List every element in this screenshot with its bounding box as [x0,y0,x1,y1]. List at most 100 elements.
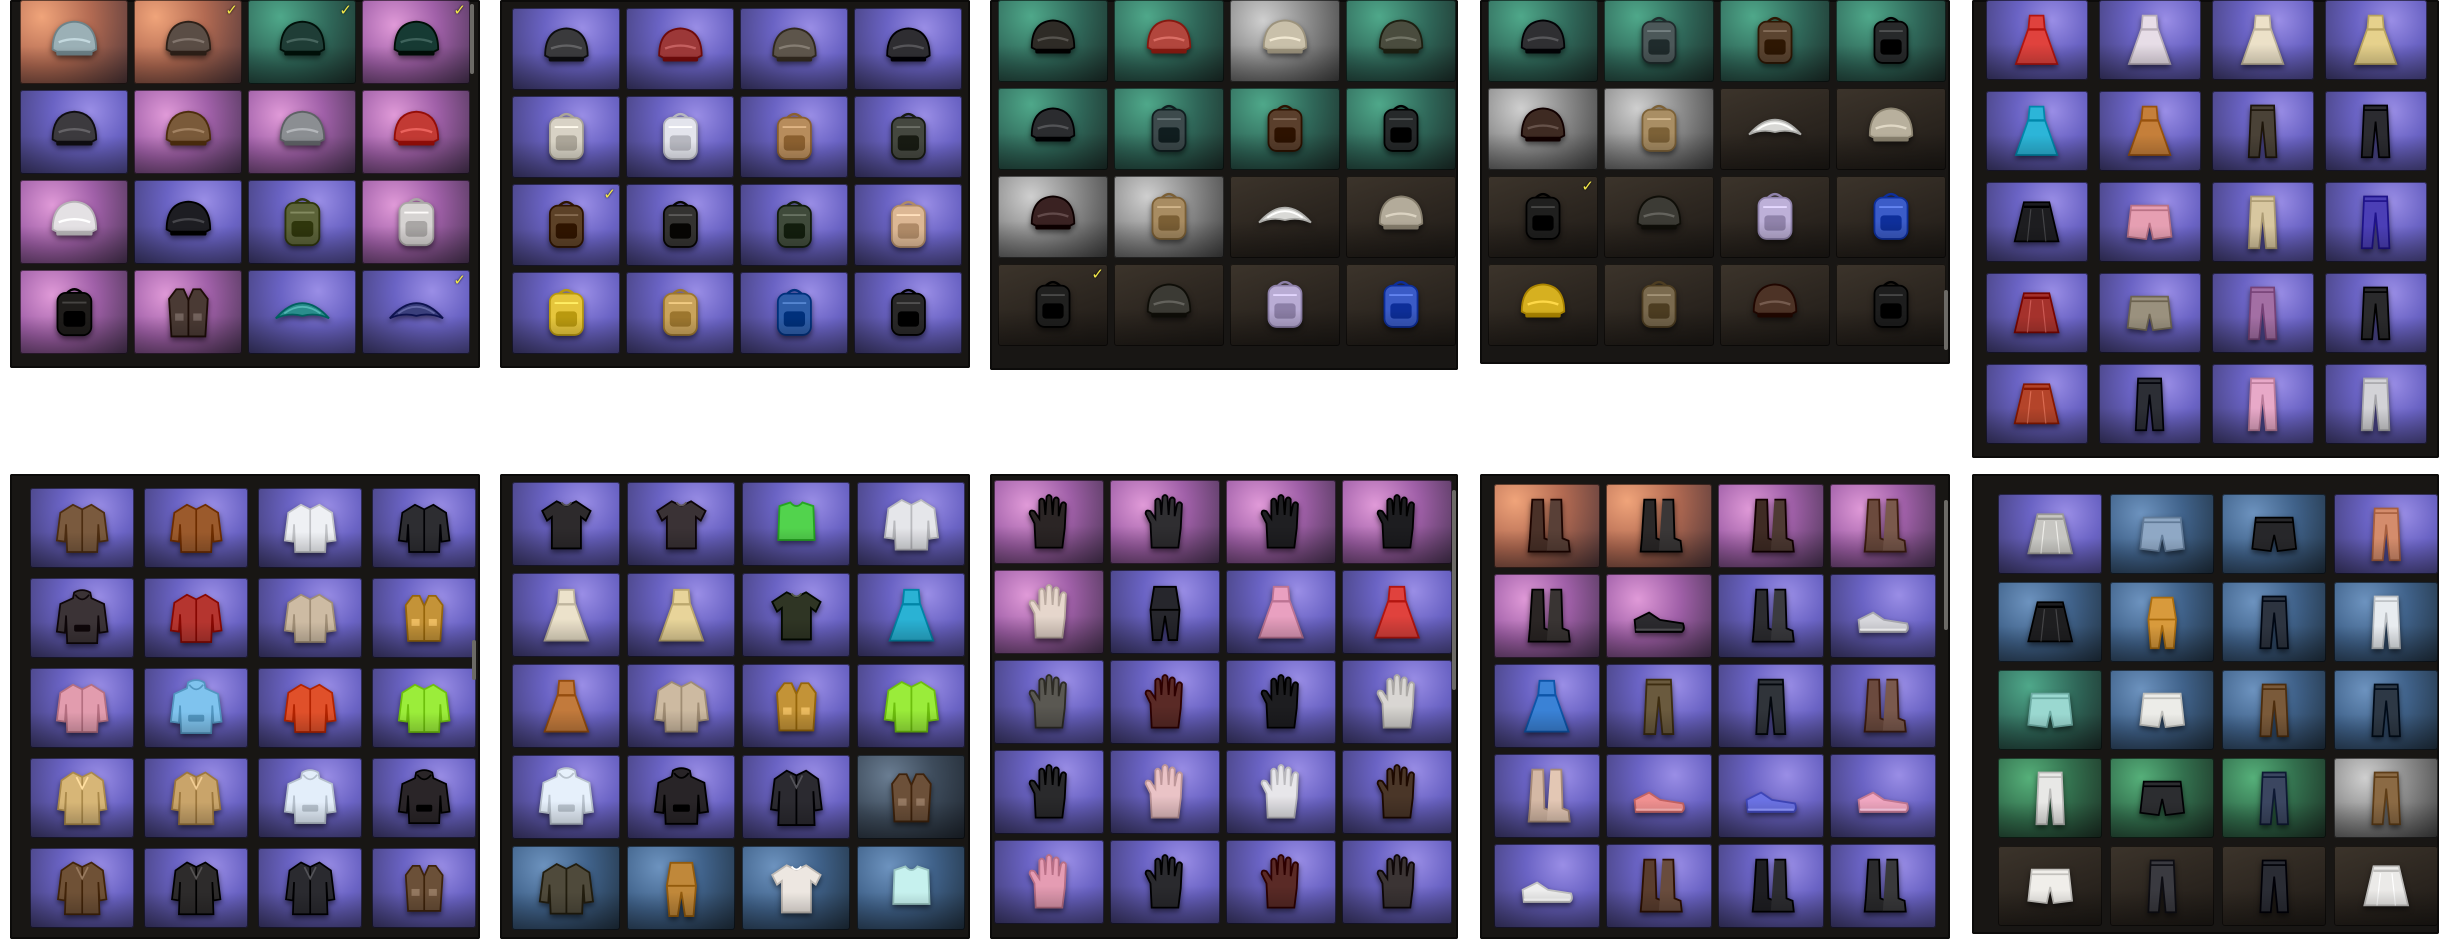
item-slot[interactable] [258,848,362,928]
item-slot[interactable] [857,482,965,566]
item-slot[interactable] [30,668,134,748]
item-slot[interactable] [857,664,965,748]
item-slot[interactable] [1830,844,1936,928]
item-slot[interactable] [854,8,962,90]
item-slot[interactable] [144,488,248,568]
item-slot[interactable] [2110,846,2214,926]
item-slot[interactable] [1830,484,1936,568]
item-slot[interactable] [994,480,1104,564]
item-slot[interactable]: ✓ [134,0,242,84]
item-slot[interactable] [512,272,620,354]
item-slot[interactable] [1836,264,1946,346]
item-slot[interactable] [1110,660,1220,744]
item-slot[interactable] [1998,494,2102,574]
item-slot[interactable] [742,664,850,748]
item-slot[interactable] [2222,582,2326,662]
scrollbar[interactable] [1452,490,1456,690]
item-slot[interactable] [1604,176,1714,258]
item-slot[interactable] [1718,484,1824,568]
item-slot[interactable] [1488,88,1598,170]
item-slot[interactable] [258,668,362,748]
item-slot[interactable] [2099,91,2201,171]
item-slot[interactable] [372,488,476,568]
item-slot[interactable] [2099,364,2201,444]
item-slot[interactable] [1606,574,1712,658]
item-slot[interactable] [144,578,248,658]
item-slot[interactable]: ✓ [998,264,1108,346]
item-slot[interactable] [627,846,735,930]
item-slot[interactable] [626,96,734,178]
item-slot[interactable] [512,846,620,930]
item-slot[interactable] [1606,754,1712,838]
item-slot[interactable] [512,573,620,657]
item-slot[interactable] [20,180,128,264]
scrollbar[interactable] [1944,500,1948,630]
item-slot[interactable] [1226,660,1336,744]
item-slot[interactable] [2325,182,2427,262]
item-slot[interactable] [2212,91,2314,171]
item-slot[interactable] [1342,750,1452,834]
item-slot[interactable] [740,8,848,90]
item-slot[interactable] [742,846,850,930]
item-slot[interactable] [994,660,1104,744]
item-slot[interactable] [512,755,620,839]
item-slot[interactable] [2222,494,2326,574]
item-slot[interactable] [258,578,362,658]
item-slot[interactable] [1720,176,1830,258]
item-slot[interactable] [742,755,850,839]
item-slot[interactable] [1720,88,1830,170]
item-slot[interactable] [1998,758,2102,838]
item-slot[interactable] [740,184,848,266]
item-slot[interactable] [2325,273,2427,353]
item-slot[interactable] [1606,484,1712,568]
item-slot[interactable] [626,184,734,266]
item-slot[interactable] [1342,840,1452,924]
item-slot[interactable] [1110,480,1220,564]
item-slot[interactable] [1830,664,1936,748]
item-slot[interactable] [1230,0,1340,82]
item-slot[interactable]: ✓ [248,0,356,84]
item-slot[interactable] [30,488,134,568]
item-slot[interactable] [1986,182,2088,262]
item-slot[interactable] [2222,758,2326,838]
item-slot[interactable] [2334,494,2438,574]
item-slot[interactable] [626,8,734,90]
item-slot[interactable] [994,750,1104,834]
item-slot[interactable] [372,578,476,658]
item-slot[interactable] [2325,91,2427,171]
item-slot[interactable] [627,573,735,657]
item-slot[interactable] [2212,273,2314,353]
item-slot[interactable] [742,573,850,657]
item-slot[interactable] [998,176,1108,258]
item-slot[interactable] [362,90,470,174]
item-slot[interactable] [512,8,620,90]
item-slot[interactable] [1606,664,1712,748]
item-slot[interactable] [1342,480,1452,564]
item-slot[interactable]: ✓ [362,270,470,354]
item-slot[interactable] [372,848,476,928]
item-slot[interactable] [134,90,242,174]
item-slot[interactable] [2110,494,2214,574]
item-slot[interactable] [1718,574,1824,658]
item-slot[interactable] [1488,264,1598,346]
item-slot[interactable] [2212,0,2314,80]
item-slot[interactable] [2099,0,2201,80]
item-slot[interactable] [1114,264,1224,346]
item-slot[interactable] [1604,88,1714,170]
item-slot[interactable] [30,578,134,658]
item-slot[interactable] [1226,570,1336,654]
scrollbar[interactable] [1944,290,1948,350]
item-slot[interactable] [144,758,248,838]
item-slot[interactable] [1494,664,1600,748]
item-slot[interactable] [2099,182,2201,262]
item-slot[interactable] [30,758,134,838]
item-slot[interactable] [2334,670,2438,750]
item-slot[interactable] [1718,844,1824,928]
item-slot[interactable] [1998,846,2102,926]
item-slot[interactable] [2110,670,2214,750]
item-slot[interactable] [1114,88,1224,170]
item-slot[interactable] [144,668,248,748]
item-slot[interactable] [1986,91,2088,171]
item-slot[interactable] [740,96,848,178]
item-slot[interactable] [512,482,620,566]
